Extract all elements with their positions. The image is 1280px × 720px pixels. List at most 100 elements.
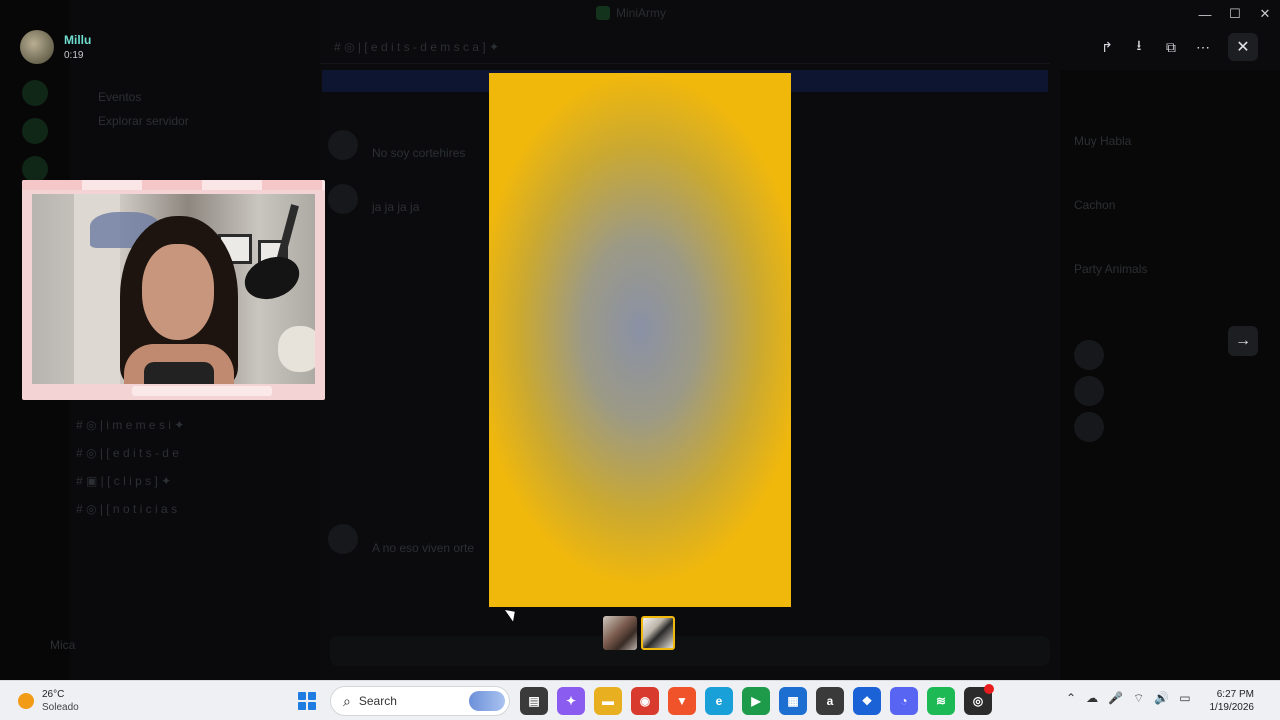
volume-icon[interactable]: 🔊 [1154, 691, 1169, 706]
microphone-icon[interactable]: 🎤 [1108, 691, 1123, 706]
media-toolbar: ↱ ⭳ ⧉ ⋯ [1094, 34, 1216, 60]
thumbnail-selected[interactable] [641, 616, 675, 650]
open-external-button[interactable]: ⧉ [1158, 34, 1184, 60]
server-icon [22, 156, 48, 182]
streamer-face [142, 244, 214, 340]
more-options-button[interactable]: ⋯ [1190, 34, 1216, 60]
edge-icon: e [715, 694, 723, 708]
close-icon: ✕ [1236, 39, 1250, 56]
obs-button[interactable]: ◎ [964, 684, 994, 715]
amazon-icon: a [826, 694, 834, 708]
channel-item: # ◎ | i m e m e s i ✦ [76, 418, 185, 432]
next-media-button[interactable]: → [1228, 326, 1258, 356]
clock-date: 1/19/2026 [1209, 702, 1255, 713]
weather-widget[interactable]: 26°C Soleado [18, 688, 79, 714]
brave-icon: ▼ [676, 694, 688, 708]
discord-icon: ◔ [900, 694, 908, 708]
window-close-button[interactable]: ✕ [1250, 0, 1280, 28]
taskbar-search[interactable]: ⌕ Search [330, 686, 510, 716]
windows-logo-tile [308, 692, 316, 700]
member-item: Cachon [1074, 198, 1116, 212]
streamer-top [144, 362, 214, 384]
message-avatar [328, 184, 358, 214]
author-name[interactable]: Millu [64, 33, 91, 47]
show-hidden-icons-icon[interactable]: ⌃ [1066, 691, 1076, 706]
server-icon [22, 118, 48, 144]
screen: Eventos Explorar servidor # ◎ | i m e m … [0, 0, 1280, 720]
open-external-icon: ⧉ [1166, 38, 1176, 55]
channel-title: # ◎ | [ e d i t s - d e m s c a ] ✦ [334, 40, 500, 54]
member-list: Muy Habla Cachon Party Animals [1060, 70, 1280, 680]
task-view-button[interactable]: ▤ [520, 687, 548, 715]
start-button[interactable] [298, 692, 316, 710]
maximize-button[interactable]: ☐ [1220, 0, 1250, 28]
app-badge-icon [596, 6, 610, 20]
system-tray: ⌃ ☁ 🎤 ⌔ 🔊 ▭ [1066, 691, 1191, 706]
task-view-icon: ▤ [528, 694, 540, 708]
more-icon: ⋯ [1196, 38, 1210, 55]
media-author: Millu 0:19 [20, 30, 91, 64]
battery-icon[interactable]: ▭ [1179, 691, 1190, 706]
member-item: Party Animals [1074, 262, 1148, 276]
minimize-button[interactable]: — [1190, 0, 1220, 28]
dropbox-button[interactable]: ❖ [853, 687, 881, 715]
brave-button[interactable]: ▼ [668, 687, 696, 715]
webcam-frame-label [132, 386, 272, 396]
obs-icon: ◎ [972, 694, 984, 708]
window-controls: — ☐ ✕ [1190, 0, 1280, 28]
search-icon: ⌕ [343, 692, 351, 709]
file-explorer-icon: ▬ [602, 694, 614, 708]
dropbox-icon: ❖ [861, 694, 873, 708]
channel-header: # ◎ | [ e d i t s - d e m s c a ] ✦ [320, 30, 1050, 64]
forward-icon: ↱ [1101, 38, 1113, 55]
forward-button[interactable]: ↱ [1094, 34, 1120, 60]
member-item: Muy Habla [1074, 134, 1132, 148]
weather-desc: Soleado [42, 702, 79, 713]
user-panel: Mica [8, 630, 308, 670]
clock[interactable]: 6:27 PM 1/19/2026 [1210, 688, 1255, 714]
edge-button[interactable]: e [705, 687, 733, 715]
discord-button[interactable]: ◔ [890, 687, 918, 715]
spotify-button[interactable]: ≋ [927, 687, 955, 715]
scene-plush-toy [278, 326, 315, 372]
window-title: MiniArmy [596, 6, 666, 20]
arrow-right-icon: → [1235, 332, 1251, 349]
message-avatar [328, 130, 358, 160]
windows-logo-tile [298, 692, 306, 700]
wifi-icon[interactable]: ⌔ [1133, 691, 1144, 706]
channel-item: Explorar servidor [98, 114, 189, 128]
weather-temp: 26°C [42, 689, 65, 700]
copilot-icon: ✦ [565, 694, 577, 708]
avatar[interactable] [20, 30, 54, 64]
store-button[interactable]: ▦ [779, 687, 807, 715]
message-text: A no eso viven orte [372, 541, 475, 555]
game-pass-button[interactable]: ▶ [742, 687, 770, 715]
store-icon: ▦ [787, 694, 799, 708]
chrome-button[interactable]: ◉ [631, 687, 659, 715]
copilot-button[interactable]: ✦ [557, 687, 585, 715]
message-text: No soy cortehires [372, 146, 466, 160]
channel-item: Eventos [98, 90, 142, 104]
download-button[interactable]: ⭳ [1126, 34, 1152, 60]
media-thumbnails [603, 616, 675, 650]
notification-badge [984, 684, 994, 694]
close-viewer-button[interactable]: ✕ [1228, 33, 1258, 61]
member-avatar [1074, 412, 1104, 442]
message-avatar [328, 524, 358, 554]
file-explorer-button[interactable]: ▬ [594, 687, 622, 715]
media-preview[interactable] [489, 73, 791, 607]
onedrive-icon[interactable]: ☁ [1086, 691, 1098, 706]
channel-item: # ◎ | [ e d i t s - d e [76, 446, 179, 460]
search-highlight-icon [469, 691, 505, 711]
download-icon: ⭳ [1136, 37, 1142, 53]
message-text: ja ja ja ja [372, 200, 420, 214]
clock-time: 6:27 PM [1216, 689, 1254, 700]
user-panel-name: Mica [50, 638, 76, 652]
channel-item: # ◎ | [ n o t i c i a s [76, 502, 177, 516]
amazon-button[interactable]: a [816, 687, 844, 715]
thumbnail[interactable] [603, 616, 637, 650]
spotify-icon: ≋ [935, 694, 947, 708]
windows-logo-tile [298, 702, 306, 710]
window-title-text: MiniArmy [616, 6, 666, 20]
sun-icon [18, 693, 34, 709]
